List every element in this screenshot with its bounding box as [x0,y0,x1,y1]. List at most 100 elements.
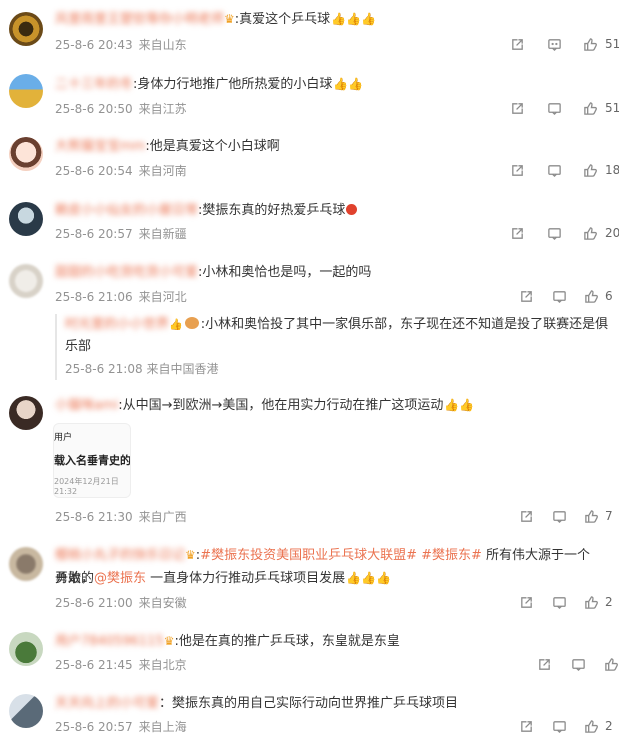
like-count: 51 [605,101,619,115]
username[interactable]: 赖皮小小仙女的小屋日常 [55,203,198,218]
thumbs-up-icon[interactable] [584,717,599,735]
thumbs-up-icon[interactable] [582,224,599,242]
thumbs-up-icon[interactable] [584,593,599,611]
comment-meta: 25-8-6 20:43 来自山东 [55,36,193,53]
comment-text: :从中国→到欧洲→美国，他在用实力行动在推广这项运动 [118,398,444,413]
comment-date: 25-8-6 20:57 [55,227,133,241]
card-label: 用户 [54,433,73,443]
comment-location: 来自北京 [138,658,187,672]
comment-date: 25-8-6 21:30 [55,510,133,524]
username[interactable]: 用户7840596115 [55,634,164,649]
comment-icon[interactable] [552,507,567,525]
reply-date: 25-8-6 21:08 [65,362,143,376]
linked-card[interactable]: 用户 载入名垂青史的 2024年12月21日 21:32 [53,423,131,498]
like-count: 7 [605,509,613,523]
comment-actions: 51 [509,35,619,53]
comment-location: 来自河南 [138,164,187,178]
comment-actions: 7 [519,507,619,525]
card-title: 载入名垂青史的 [54,454,131,467]
comment-location: 来自广西 [138,510,187,524]
comment-icon[interactable] [552,287,567,305]
comment-location: 来自上海 [138,720,187,734]
comment-actions: 6 [519,287,619,305]
like-count: 20 [605,226,619,240]
thumbs-up-icon[interactable] [582,35,599,53]
username[interactable]: 小猫咪ami [55,398,118,413]
topic-link[interactable]: #樊振东投资美国职业乒乓球大联盟# [200,548,417,563]
comment-text: :他是真爱这个小白球啊 [145,139,280,154]
username[interactable]: 二十三年的冬 [55,77,133,92]
reply-location: 来自中国香港 [146,362,219,376]
comment-text: ：樊振东真的用自己实际行动向世界推广乒乓球项目 [159,696,459,711]
ping-pong-paddle-emoji-icon [346,204,358,215]
share-icon[interactable] [509,35,526,53]
thumbs-up-emoji-icon: 👍👍👍 [331,12,376,26]
comment-icon[interactable] [546,99,563,117]
avatar[interactable] [9,12,43,46]
avatar[interactable] [9,396,43,430]
crown-badge-icon: ♛ [185,548,196,562]
comment-text: :樊振东真的好热爱乒乓球 [198,203,346,218]
mention-link[interactable]: @樊振东 [94,571,146,586]
share-icon[interactable] [509,99,526,117]
share-icon[interactable] [519,593,534,611]
avatar[interactable] [9,74,43,108]
comment-text: :真爱这个乒乓球 [234,12,331,27]
comment-icon[interactable] [546,35,563,53]
like-count: 6 [605,289,613,303]
username[interactable]: 甜甜的小吃货吃货小可爱 [55,265,198,280]
comment-meta: 25-8-6 20:50 来自江苏 [55,100,193,117]
comment-meta: 25-8-6 21:30 来自广西 [55,508,193,525]
thumbs-up-icon[interactable] [582,99,599,117]
share-icon[interactable] [519,717,534,735]
like-count: 2 [605,719,613,733]
share-icon[interactable] [519,507,534,525]
thumbs-up-icon[interactable] [584,507,599,525]
avatar[interactable] [9,694,43,728]
avatar[interactable] [9,632,43,666]
comment-meta: 25-8-6 20:57 来自上海 [55,718,193,735]
share-icon[interactable] [509,161,526,179]
comment-meta: 25-8-6 21:00 来自安徽 [55,594,193,611]
username[interactable]: 风里雨里王楚钦等你小明老师 [55,12,224,27]
emoji-icon [184,317,199,329]
comment-icon[interactable] [570,655,585,673]
topic-link[interactable]: #樊振东# [421,548,482,563]
reply-username[interactable]: 时光里的小小世界 [65,317,169,332]
avatar[interactable] [9,137,43,171]
comment-date: 25-8-6 21:00 [55,596,133,610]
avatar[interactable] [9,547,43,581]
comment-meta: 25-8-6 20:57 来自新疆 [55,225,193,242]
comment-location: 来自江苏 [138,102,187,116]
comment-icon[interactable] [546,161,563,179]
share-icon[interactable] [519,287,534,305]
comment-icon[interactable] [552,717,567,735]
comment-date: 25-8-6 21:06 [55,290,133,304]
comment-meta: 25-8-6 20:54 来自河南 [55,162,193,179]
thumbs-up-emoji-icon: 👍👍 [444,398,475,412]
comment-icon[interactable] [546,224,563,242]
comment-actions: 18 [509,161,619,179]
thumbs-up-icon[interactable] [582,161,599,179]
comment-meta: 25-8-6 21:45 来自北京 [55,656,193,673]
thumbs-up-icon[interactable] [604,655,619,673]
comment-text: :他是在真的推广乒乓球，东皇就是东皇 [174,634,400,649]
username[interactable]: 樱桃小丸子的快乐日记 [55,548,185,563]
like-count: 51 [605,37,619,51]
avatar[interactable] [9,264,43,298]
reply-item: 时光里的小小世界👍:小林和奥恰投了其中一家俱乐部，东子现在还不知道是投了联赛还是… [55,314,615,380]
thumbs-up-icon[interactable] [584,287,599,305]
share-icon[interactable] [509,224,526,242]
comment-actions: 2 [519,717,619,735]
comment-icon[interactable] [552,593,567,611]
comment-text: 一直身体力行推动乒乓球项目发展 [146,571,346,586]
username[interactable]: 大熊猫宝宝mm [55,139,145,154]
avatar[interactable] [9,202,43,236]
crown-badge-icon: ♛ [163,634,175,648]
comment-actions: 20 [509,224,619,242]
comment-text: 开始， [55,571,95,586]
share-icon[interactable] [537,655,552,673]
reply-meta: 25-8-6 21:08 来自中国香港 [65,360,218,377]
username[interactable]: 天天向上的小可爱 [55,696,159,711]
comment-actions: 51 [509,99,619,117]
